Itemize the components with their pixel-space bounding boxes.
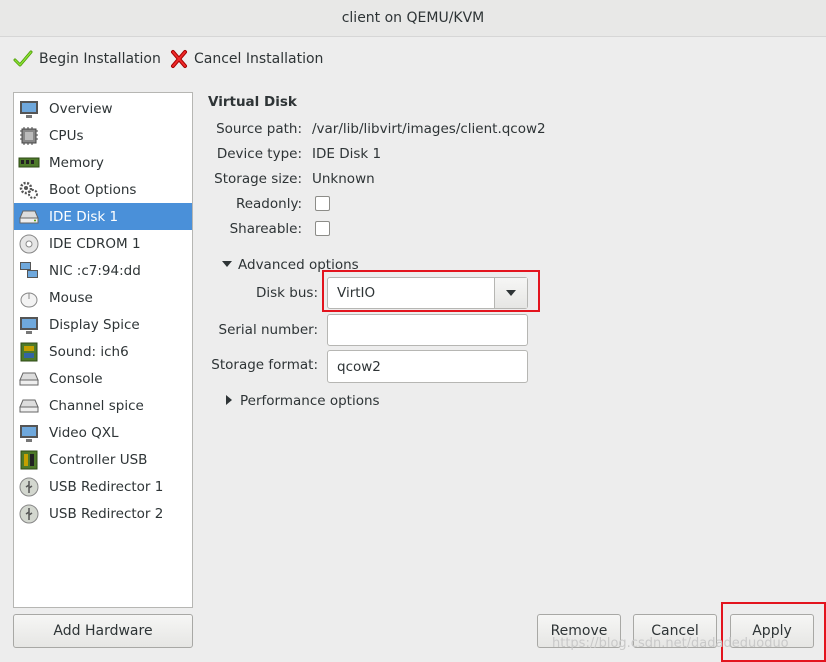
video-icon <box>18 422 40 444</box>
disk-bus-highlight <box>322 270 540 312</box>
monitor-icon <box>18 98 40 120</box>
hardware-list[interactable]: Overview CPUs Memory Boot Options IDE Di… <box>13 92 193 608</box>
apply-highlight <box>721 602 826 662</box>
sidebar-item-label: Memory <box>49 154 104 171</box>
device-type-label: Device type: <box>216 146 302 162</box>
device-type-value: IDE Disk 1 <box>312 146 382 162</box>
storage-format-input[interactable]: qcow2 <box>327 350 528 383</box>
storage-format-value: qcow2 <box>337 359 381 375</box>
sidebar-item-label: Video QXL <box>49 424 119 441</box>
sidebar-item-usb-redirector-2[interactable]: USB Redirector 2 <box>14 500 192 527</box>
source-path-value: /var/lib/libvirt/images/client.qcow2 <box>312 121 546 137</box>
add-hardware-button[interactable]: Add Hardware <box>13 614 193 648</box>
sidebar-item-label: CPUs <box>49 127 84 144</box>
window-title: client on QEMU/KVM <box>0 0 826 37</box>
performance-options-expander[interactable]: Performance options <box>224 393 380 409</box>
checkmark-icon <box>13 49 33 69</box>
storage-format-label: Storage format: <box>211 357 318 373</box>
controller-icon <box>18 449 40 471</box>
sidebar-item-label: Display Spice <box>49 316 140 333</box>
begin-installation-label: Begin Installation <box>39 51 161 67</box>
sidebar-item-label: IDE Disk 1 <box>49 208 119 225</box>
sidebar-item-label: IDE CDROM 1 <box>49 235 141 252</box>
begin-installation-button[interactable]: Begin Installation <box>13 46 161 72</box>
disk-bus-label: Disk bus: <box>256 285 318 301</box>
watermark-text: https://blog.csdn.net/dadadeduoduo <box>552 636 789 651</box>
storage-size-value: Unknown <box>312 171 375 187</box>
display-icon <box>18 314 40 336</box>
console-icon <box>18 368 40 390</box>
usb-icon <box>18 503 40 525</box>
usb-icon <box>18 476 40 498</box>
sidebar-item-overview[interactable]: Overview <box>14 95 192 122</box>
sidebar-item-label: Controller USB <box>49 451 148 468</box>
sidebar-item-nic[interactable]: NIC :c7:94:dd <box>14 257 192 284</box>
sidebar-item-channel-spice[interactable]: Channel spice <box>14 392 192 419</box>
storage-size-label: Storage size: <box>214 171 302 187</box>
shareable-label: Shareable: <box>229 221 302 237</box>
sidebar-item-label: NIC :c7:94:dd <box>49 262 141 279</box>
shareable-checkbox[interactable] <box>315 221 330 236</box>
sidebar-item-sound[interactable]: Sound: ich6 <box>14 338 192 365</box>
cpu-icon <box>18 125 40 147</box>
sidebar-item-label: Mouse <box>49 289 93 306</box>
harddisk-icon <box>18 206 40 228</box>
sidebar-item-console[interactable]: Console <box>14 365 192 392</box>
sidebar-item-controller-usb[interactable]: Controller USB <box>14 446 192 473</box>
readonly-checkbox[interactable] <box>315 196 330 211</box>
sidebar-item-label: USB Redirector 2 <box>49 505 164 522</box>
gears-icon <box>18 179 40 201</box>
mouse-icon <box>18 287 40 309</box>
channel-icon <box>18 395 40 417</box>
cdrom-icon <box>18 233 40 255</box>
source-path-label: Source path: <box>216 121 302 137</box>
sidebar-item-label: Boot Options <box>49 181 137 198</box>
sidebar-item-label: USB Redirector 1 <box>49 478 164 495</box>
sidebar-item-mouse[interactable]: Mouse <box>14 284 192 311</box>
triangle-right-icon <box>224 393 234 409</box>
triangle-down-icon <box>222 257 232 273</box>
sidebar-item-label: Sound: ich6 <box>49 343 129 360</box>
serial-number-input[interactable] <box>327 314 528 346</box>
cancel-installation-button[interactable]: Cancel Installation <box>170 46 323 72</box>
sidebar-item-display-spice[interactable]: Display Spice <box>14 311 192 338</box>
sidebar-item-label: Console <box>49 370 103 387</box>
cancel-installation-label: Cancel Installation <box>194 51 324 67</box>
sidebar-item-video-qxl[interactable]: Video QXL <box>14 419 192 446</box>
memory-icon <box>18 152 40 174</box>
section-title: Virtual Disk <box>208 94 297 110</box>
serial-number-label: Serial number: <box>218 322 319 338</box>
sidebar-item-label: Channel spice <box>49 397 144 414</box>
performance-options-label: Performance options <box>240 393 380 409</box>
sidebar-item-usb-redirector-1[interactable]: USB Redirector 1 <box>14 473 192 500</box>
cancel-x-icon <box>170 49 188 69</box>
readonly-label: Readonly: <box>235 196 302 212</box>
sidebar-item-label: Overview <box>49 100 113 117</box>
sound-icon <box>18 341 40 363</box>
network-icon <box>18 260 40 282</box>
